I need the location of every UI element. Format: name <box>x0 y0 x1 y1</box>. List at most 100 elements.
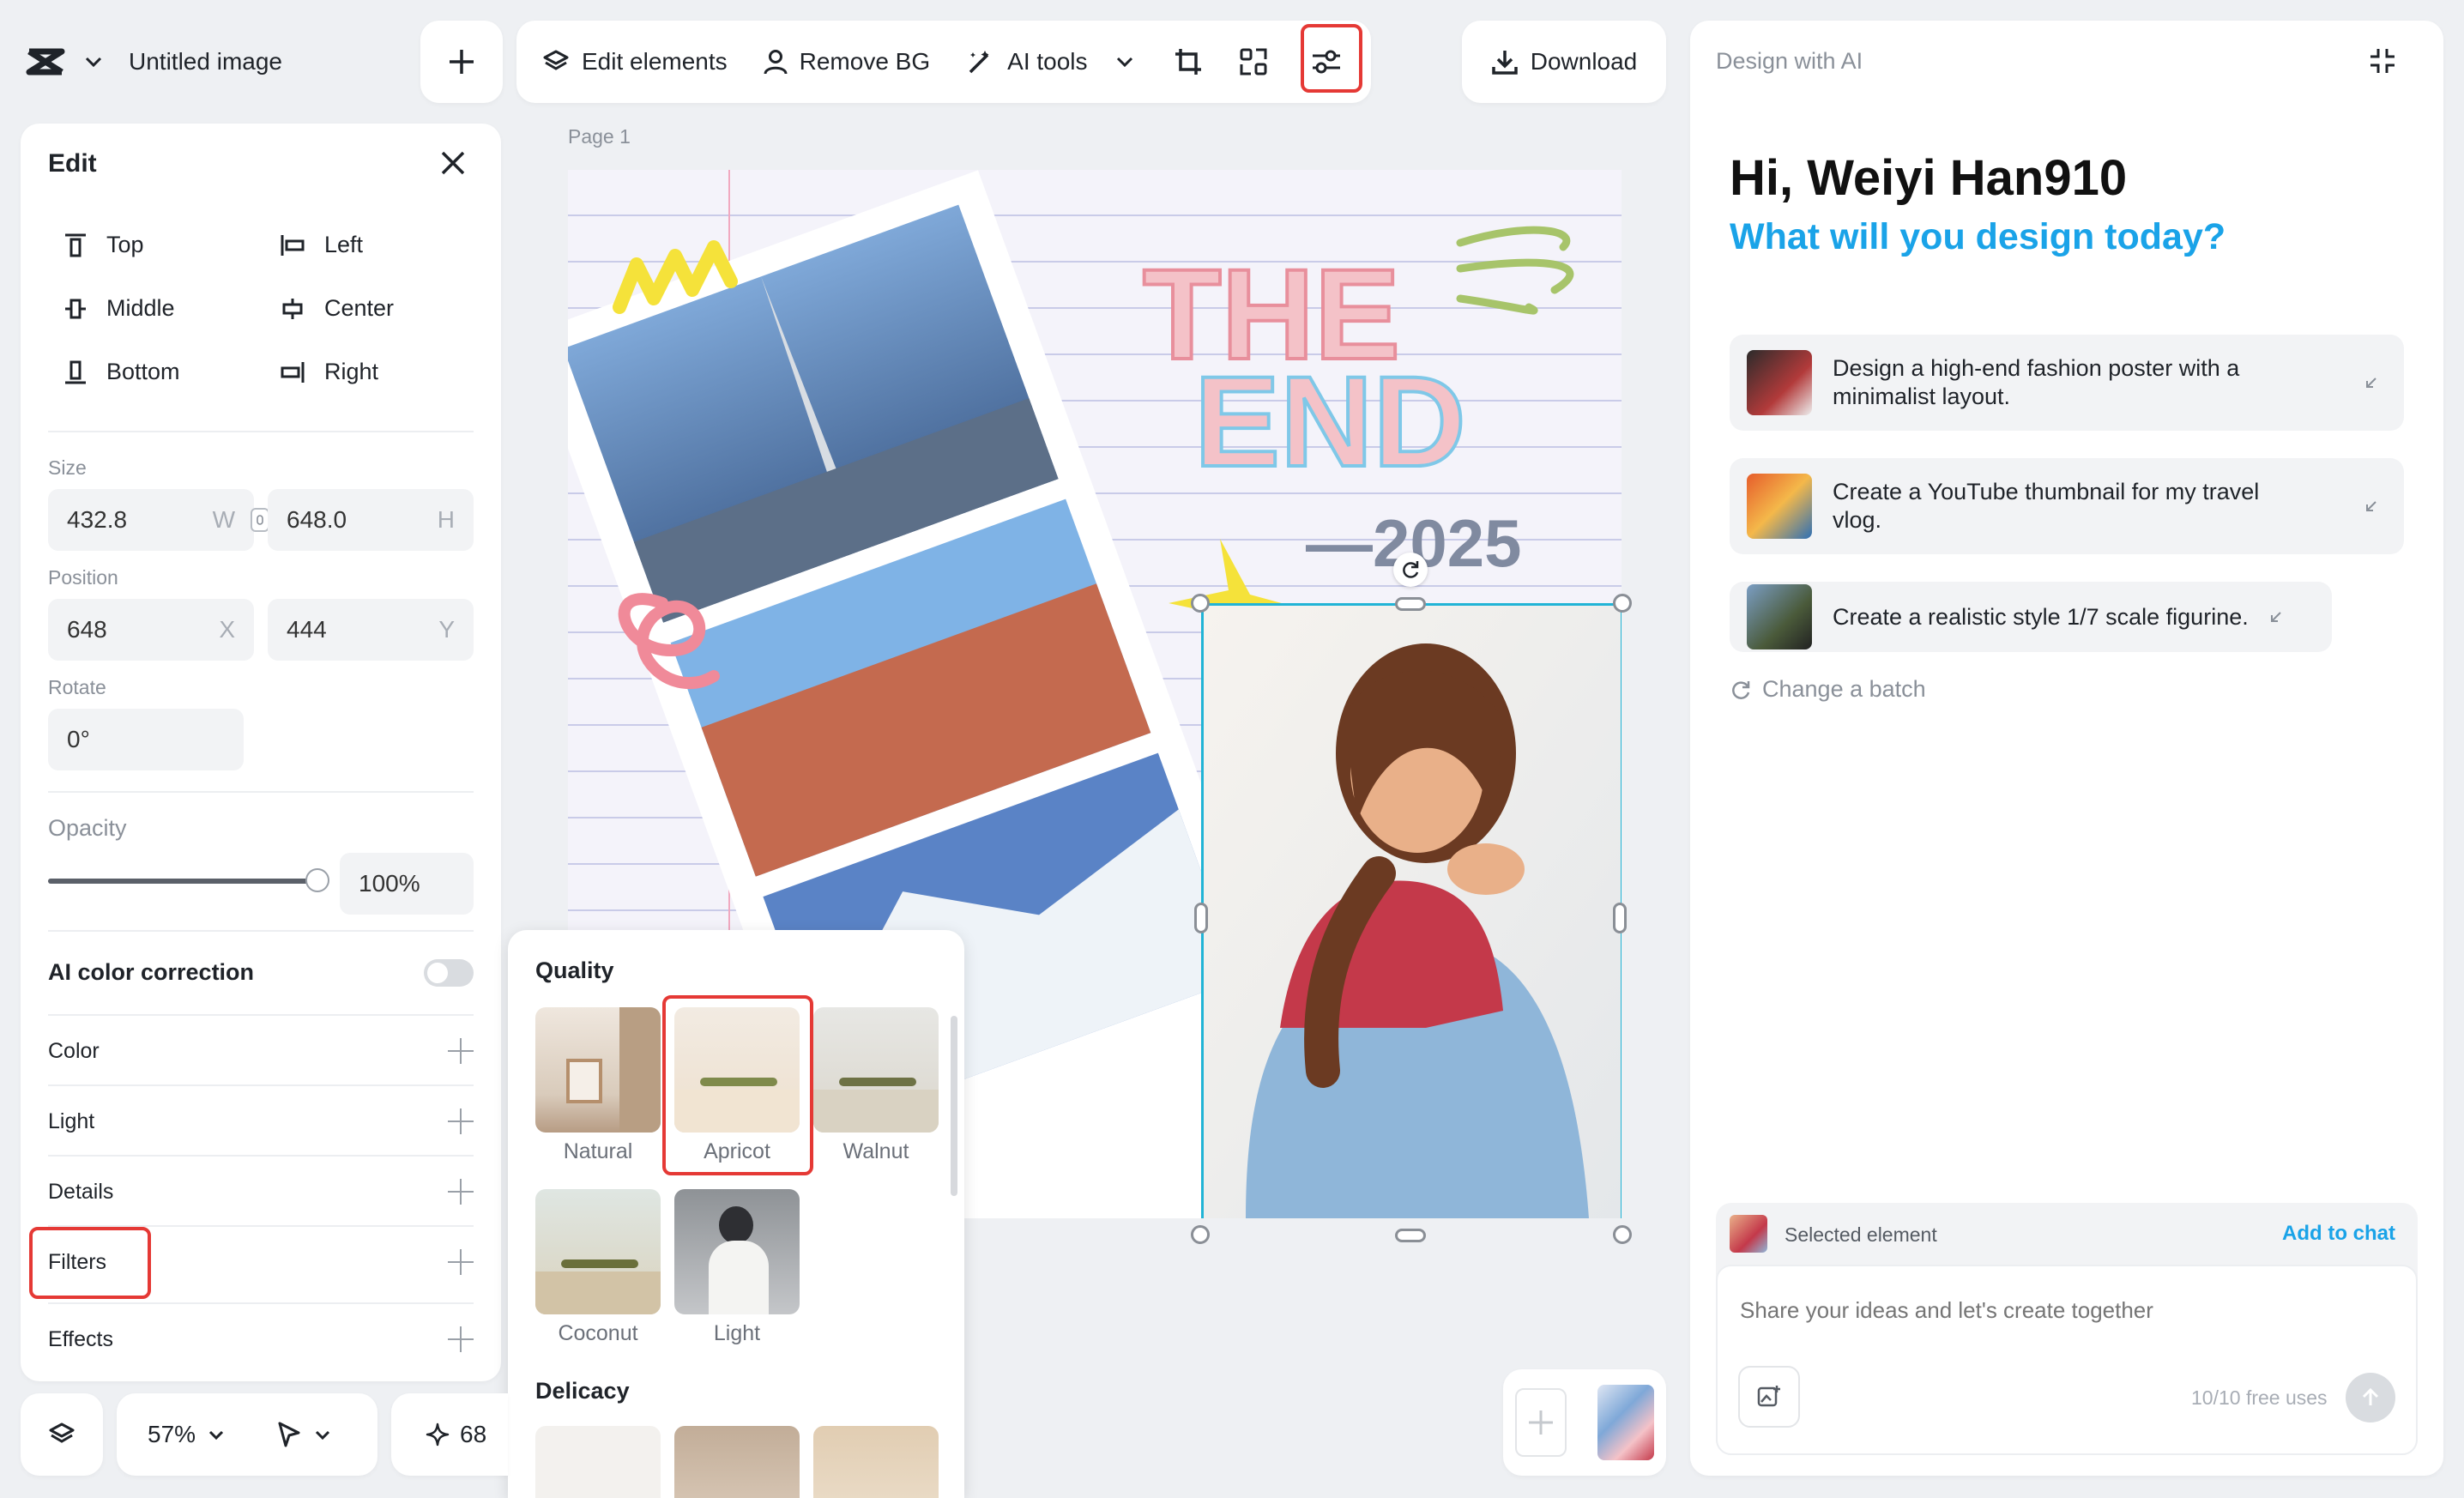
opacity-value: 100% <box>359 870 420 897</box>
align-middle-icon <box>63 296 88 322</box>
selection-frame[interactable] <box>1201 603 1622 1218</box>
align-bottom-button[interactable]: Bottom <box>63 359 180 385</box>
popup-scrollbar[interactable] <box>951 1016 957 1196</box>
filter-light-label: Light <box>713 1321 761 1345</box>
align-center-button[interactable]: Center <box>280 295 394 322</box>
rotate-icon <box>1400 559 1421 580</box>
chevron-down-icon[interactable] <box>314 1429 331 1441</box>
greeting-subtitle: What will you design today? <box>1730 216 2226 257</box>
frame-icon <box>566 1059 602 1103</box>
quality-heading: Quality <box>535 957 614 983</box>
arrow-down-left-icon <box>2269 610 2283 624</box>
filter-walnut-label: Walnut <box>842 1139 909 1163</box>
align-top-button[interactable]: Top <box>63 232 144 258</box>
delicacy-thumb-2[interactable] <box>674 1426 800 1498</box>
add-page-thumb-button[interactable] <box>1515 1388 1567 1457</box>
divider <box>48 431 474 432</box>
height-input[interactable]: 648.0 H <box>268 489 474 551</box>
edit-panel: Edit Top Middle Bottom Left Center Right… <box>21 124 501 1381</box>
opacity-input[interactable]: 100% <box>340 853 474 915</box>
close-icon[interactable] <box>439 149 467 177</box>
upload-image-button[interactable] <box>1738 1366 1800 1428</box>
align-left-button[interactable]: Left <box>280 232 363 258</box>
filter-natural-thumb[interactable] <box>535 1007 661 1133</box>
ai-tools-button[interactable]: AI tools <box>966 47 1133 76</box>
app-menu[interactable]: Untitled image <box>26 38 282 86</box>
ai-panel-header: Design with AI <box>1716 48 1863 74</box>
edit-panel-title: Edit <box>48 149 97 178</box>
resize-handle-left[interactable] <box>1194 903 1208 933</box>
remove-bg-button[interactable]: Remove BG <box>764 48 930 76</box>
resize-handle-top-left[interactable] <box>1191 594 1210 613</box>
plus-icon <box>448 1038 474 1064</box>
plus-icon <box>448 1179 474 1205</box>
resize-handle-bottom-right[interactable] <box>1613 1225 1632 1244</box>
send-button[interactable] <box>2346 1373 2395 1422</box>
rotate-handle[interactable] <box>1393 553 1428 587</box>
suggestion-card[interactable]: Design a high-end fashion poster with a … <box>1730 335 2404 431</box>
position-x-input[interactable]: 648 X <box>48 599 254 661</box>
filter-light-thumb[interactable] <box>674 1189 800 1314</box>
resize-handle-bottom-left[interactable] <box>1191 1225 1210 1244</box>
chevron-down-icon[interactable] <box>84 56 103 68</box>
zoom-value: 57% <box>148 1421 196 1447</box>
cursor-icon[interactable] <box>276 1421 302 1448</box>
suggestion-thumbnail <box>1747 350 1812 415</box>
zoom-control[interactable]: 57% <box>117 1393 377 1476</box>
align-middle-button[interactable]: Middle <box>63 295 175 322</box>
position-y-input[interactable]: 444 Y <box>268 599 474 661</box>
align-right-button[interactable]: Right <box>280 359 378 385</box>
resize-handle-top-right[interactable] <box>1613 594 1632 613</box>
opacity-slider-thumb[interactable] <box>305 868 329 892</box>
resize-handle-top[interactable] <box>1395 597 1426 611</box>
opacity-slider-track[interactable] <box>48 879 324 884</box>
add-page-button[interactable] <box>420 21 503 103</box>
light-section[interactable]: Light <box>48 1084 474 1157</box>
align-center-label: Center <box>324 295 395 321</box>
collapse-icon[interactable] <box>2368 46 2397 76</box>
effects-section[interactable]: Effects <box>48 1302 474 1374</box>
align-bottom-icon <box>63 359 88 385</box>
greeting: Hi, Weiyi Han910 <box>1730 150 2128 206</box>
details-section[interactable]: Details <box>48 1155 474 1227</box>
sparkle-icon <box>426 1422 450 1447</box>
selected-element-label: Selected element <box>1785 1223 1937 1246</box>
download-button[interactable]: Download <box>1462 21 1666 103</box>
align-top-label: Top <box>106 232 144 257</box>
filters-highlight <box>29 1227 151 1299</box>
add-to-chat-button[interactable]: Add to chat <box>2282 1222 2395 1246</box>
opacity-slider-fill <box>48 879 324 884</box>
smart-select-icon[interactable] <box>1239 47 1268 76</box>
change-batch-button[interactable]: Change a batch <box>1730 676 1926 703</box>
color-section[interactable]: Color <box>48 1014 474 1086</box>
delicacy-thumb-3[interactable] <box>813 1426 939 1498</box>
rotate-input[interactable]: 0° <box>48 709 244 770</box>
edit-elements-button[interactable]: Edit elements <box>542 48 728 76</box>
suggestion-text: Create a YouTube thumbnail for my travel… <box>1833 479 2260 533</box>
lock-ratio-icon[interactable] <box>251 508 269 532</box>
document-title[interactable]: Untitled image <box>129 48 282 76</box>
delicacy-thumb-1[interactable] <box>535 1426 661 1498</box>
filter-coconut-thumb[interactable] <box>535 1189 661 1314</box>
filter-walnut-thumb[interactable] <box>813 1007 939 1133</box>
suggestion-card[interactable]: Create a realistic style 1/7 scale figur… <box>1730 582 2332 652</box>
suggestion-card[interactable]: Create a YouTube thumbnail for my travel… <box>1730 458 2404 554</box>
person-icon <box>764 49 788 75</box>
position-y-value: 444 <box>287 616 327 643</box>
position-label: Position <box>48 566 118 589</box>
image-add-icon <box>1756 1384 1782 1410</box>
align-left-icon <box>280 233 305 257</box>
layers-button[interactable] <box>21 1393 103 1476</box>
chat-input[interactable] <box>1738 1290 2394 1330</box>
resize-handle-bottom[interactable] <box>1395 1229 1426 1242</box>
filter-coconut-label: Coconut <box>558 1321 638 1345</box>
apricot-highlight <box>662 995 813 1175</box>
page-thumbnail[interactable] <box>1597 1385 1654 1460</box>
resize-handle-right[interactable] <box>1613 903 1627 933</box>
credits-button[interactable]: 68 <box>391 1393 508 1476</box>
edit-elements-label: Edit elements <box>582 48 728 75</box>
light-section-label: Light <box>48 1108 95 1133</box>
ai-color-correction-toggle[interactable] <box>424 959 474 987</box>
width-input[interactable]: 432.8 W <box>48 489 254 551</box>
crop-icon[interactable] <box>1174 47 1203 76</box>
